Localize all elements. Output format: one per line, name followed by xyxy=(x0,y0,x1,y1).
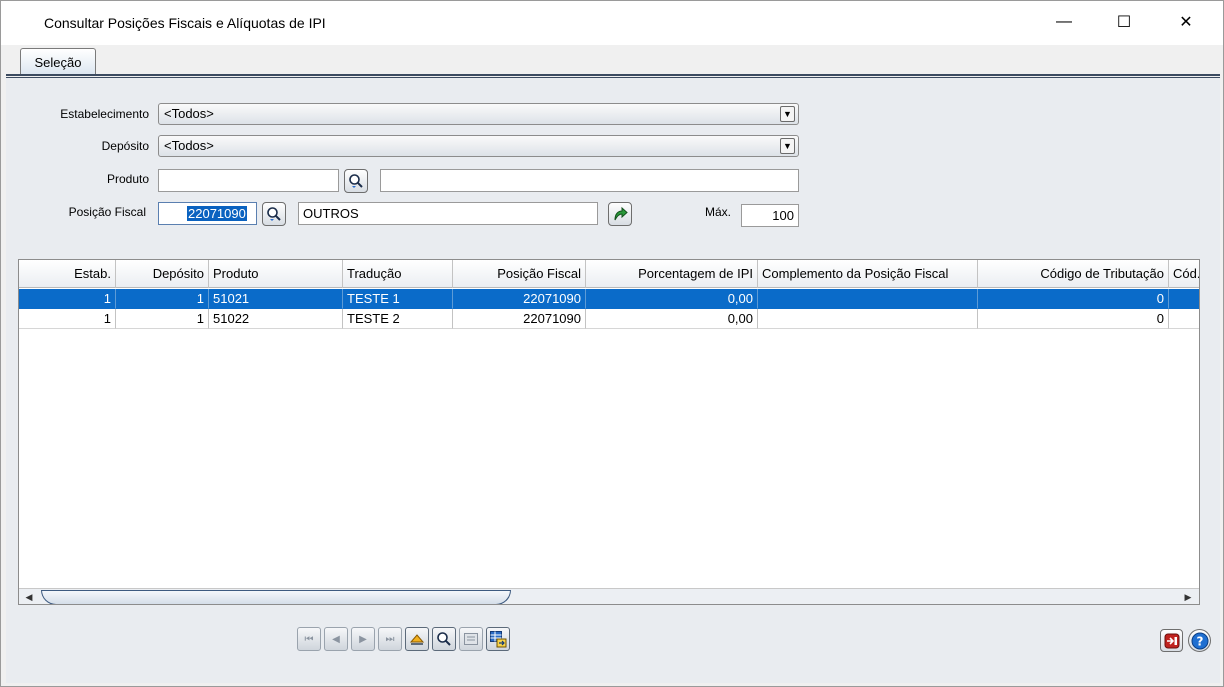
window-title: Consultar Posições Fiscais e Alíquotas d… xyxy=(44,15,326,31)
grid-header: Estab. Depósito Produto Tradução Posição… xyxy=(19,260,1199,288)
estabelecimento-value: <Todos> xyxy=(164,106,214,121)
posicao-fiscal-description-input[interactable]: OUTROS xyxy=(298,202,598,225)
magnifier-icon xyxy=(267,207,281,221)
cell-deposito: 1 xyxy=(116,289,209,309)
magnifier-icon xyxy=(349,174,363,188)
col-traducao[interactable]: Tradução xyxy=(343,260,453,288)
col-produto[interactable]: Produto xyxy=(209,260,343,288)
results-grid[interactable]: Estab. Depósito Produto Tradução Posição… xyxy=(18,259,1200,605)
maximize-button[interactable]: ☐ xyxy=(1101,7,1147,37)
eject-icon xyxy=(409,634,425,645)
cell-ipi: 0,00 xyxy=(586,289,758,309)
col-complemento[interactable]: Complemento da Posição Fiscal xyxy=(758,260,978,288)
exit-button[interactable] xyxy=(1160,629,1183,652)
search-icon xyxy=(437,632,451,646)
posicao-fiscal-code-input[interactable]: 22071090 xyxy=(158,202,257,225)
tab-selecao[interactable]: Seleção xyxy=(20,48,96,75)
navigation-toolbar: ⏮ ◀ ▶ ⏭ xyxy=(297,627,510,651)
deposito-combo[interactable]: <Todos> ▼ xyxy=(158,135,799,157)
first-icon: ⏮ xyxy=(304,633,314,645)
help-button[interactable]: ? xyxy=(1188,629,1211,652)
previous-record-button[interactable]: ◀ xyxy=(324,627,348,651)
help-icon: ? xyxy=(1191,632,1208,649)
table-row[interactable]: 1 1 51021 TESTE 1 22071090 0,00 0 xyxy=(19,289,1199,309)
posicao-fiscal-label: Posição Fiscal xyxy=(68,205,146,219)
produto-label: Produto xyxy=(106,172,149,186)
details-icon xyxy=(464,633,478,645)
table-row[interactable]: 1 1 51022 TESTE 2 22071090 0,00 0 xyxy=(19,309,1199,329)
estabelecimento-label: Estabelecimento xyxy=(60,107,149,121)
last-icon: ⏭ xyxy=(385,633,395,645)
col-deposito[interactable]: Depósito xyxy=(116,260,209,288)
cell-ipi: 0,00 xyxy=(586,309,758,329)
cell-traducao: TESTE 1 xyxy=(343,289,453,309)
cell-estab: 1 xyxy=(19,309,116,329)
produto-code-input[interactable] xyxy=(158,169,339,192)
cell-estab: 1 xyxy=(19,289,116,309)
window: Consultar Posições Fiscais e Alíquotas d… xyxy=(0,0,1224,687)
chevron-down-icon[interactable]: ▼ xyxy=(780,106,795,122)
eject-button[interactable] xyxy=(405,627,429,651)
col-codigo-tributacao[interactable]: Código de Tributação xyxy=(978,260,1169,288)
cell-codigo-tributacao: 0 xyxy=(978,309,1169,329)
col-posicao-fiscal[interactable]: Posição Fiscal xyxy=(453,260,586,288)
col-estab[interactable]: Estab. xyxy=(19,260,116,288)
cell-complemento xyxy=(758,289,978,309)
last-record-button[interactable]: ⏭ xyxy=(378,627,402,651)
green-arrow-icon xyxy=(614,206,628,221)
produto-search-button[interactable] xyxy=(344,169,368,193)
first-record-button[interactable]: ⏮ xyxy=(297,627,321,651)
next-record-button[interactable]: ▶ xyxy=(351,627,375,651)
export-button[interactable] xyxy=(486,627,510,651)
cell-traducao: TESTE 2 xyxy=(343,309,453,329)
cell-posicao-fiscal: 22071090 xyxy=(453,289,586,309)
cell-cod-f xyxy=(1169,289,1199,309)
col-porcentagem-ipi[interactable]: Porcentagem de IPI xyxy=(586,260,758,288)
cell-deposito: 1 xyxy=(116,309,209,329)
scrollbar-thumb[interactable] xyxy=(41,590,511,604)
next-icon: ▶ xyxy=(359,633,367,645)
previous-icon: ◀ xyxy=(332,633,340,645)
cell-produto: 51021 xyxy=(209,289,343,309)
chevron-down-icon[interactable]: ▼ xyxy=(780,138,795,154)
deposito-value: <Todos> xyxy=(164,138,214,153)
cell-complemento xyxy=(758,309,978,329)
scroll-left-icon[interactable]: ◀ xyxy=(22,591,36,604)
svg-text:?: ? xyxy=(1196,634,1203,648)
posicao-fiscal-code-value: 22071090 xyxy=(187,206,247,221)
estabelecimento-combo[interactable]: <Todos> ▼ xyxy=(158,103,799,125)
cell-posicao-fiscal: 22071090 xyxy=(453,309,586,329)
cell-cod-f xyxy=(1169,309,1199,329)
deposito-label: Depósito xyxy=(101,139,149,153)
max-input[interactable]: 100 xyxy=(741,204,799,227)
export-grid-icon xyxy=(490,631,507,648)
search-button[interactable] xyxy=(432,627,456,651)
title-bar: Consultar Posições Fiscais e Alíquotas d… xyxy=(1,1,1223,45)
cell-produto: 51022 xyxy=(209,309,343,329)
minimize-button[interactable]: — xyxy=(1041,7,1087,37)
scroll-right-icon[interactable]: ▶ xyxy=(1181,591,1195,604)
execute-button[interactable] xyxy=(608,202,632,226)
exit-icon xyxy=(1164,633,1179,648)
posicao-fiscal-search-button[interactable] xyxy=(262,202,286,226)
details-button[interactable] xyxy=(459,627,483,651)
close-button[interactable]: ✕ xyxy=(1163,7,1209,37)
max-label: Máx. xyxy=(704,205,731,219)
horizontal-scrollbar[interactable]: ◀ ▶ xyxy=(19,588,1199,604)
col-cod-f[interactable]: Cód. F xyxy=(1169,260,1199,288)
cell-codigo-tributacao: 0 xyxy=(978,289,1169,309)
produto-description-input[interactable] xyxy=(380,169,799,192)
